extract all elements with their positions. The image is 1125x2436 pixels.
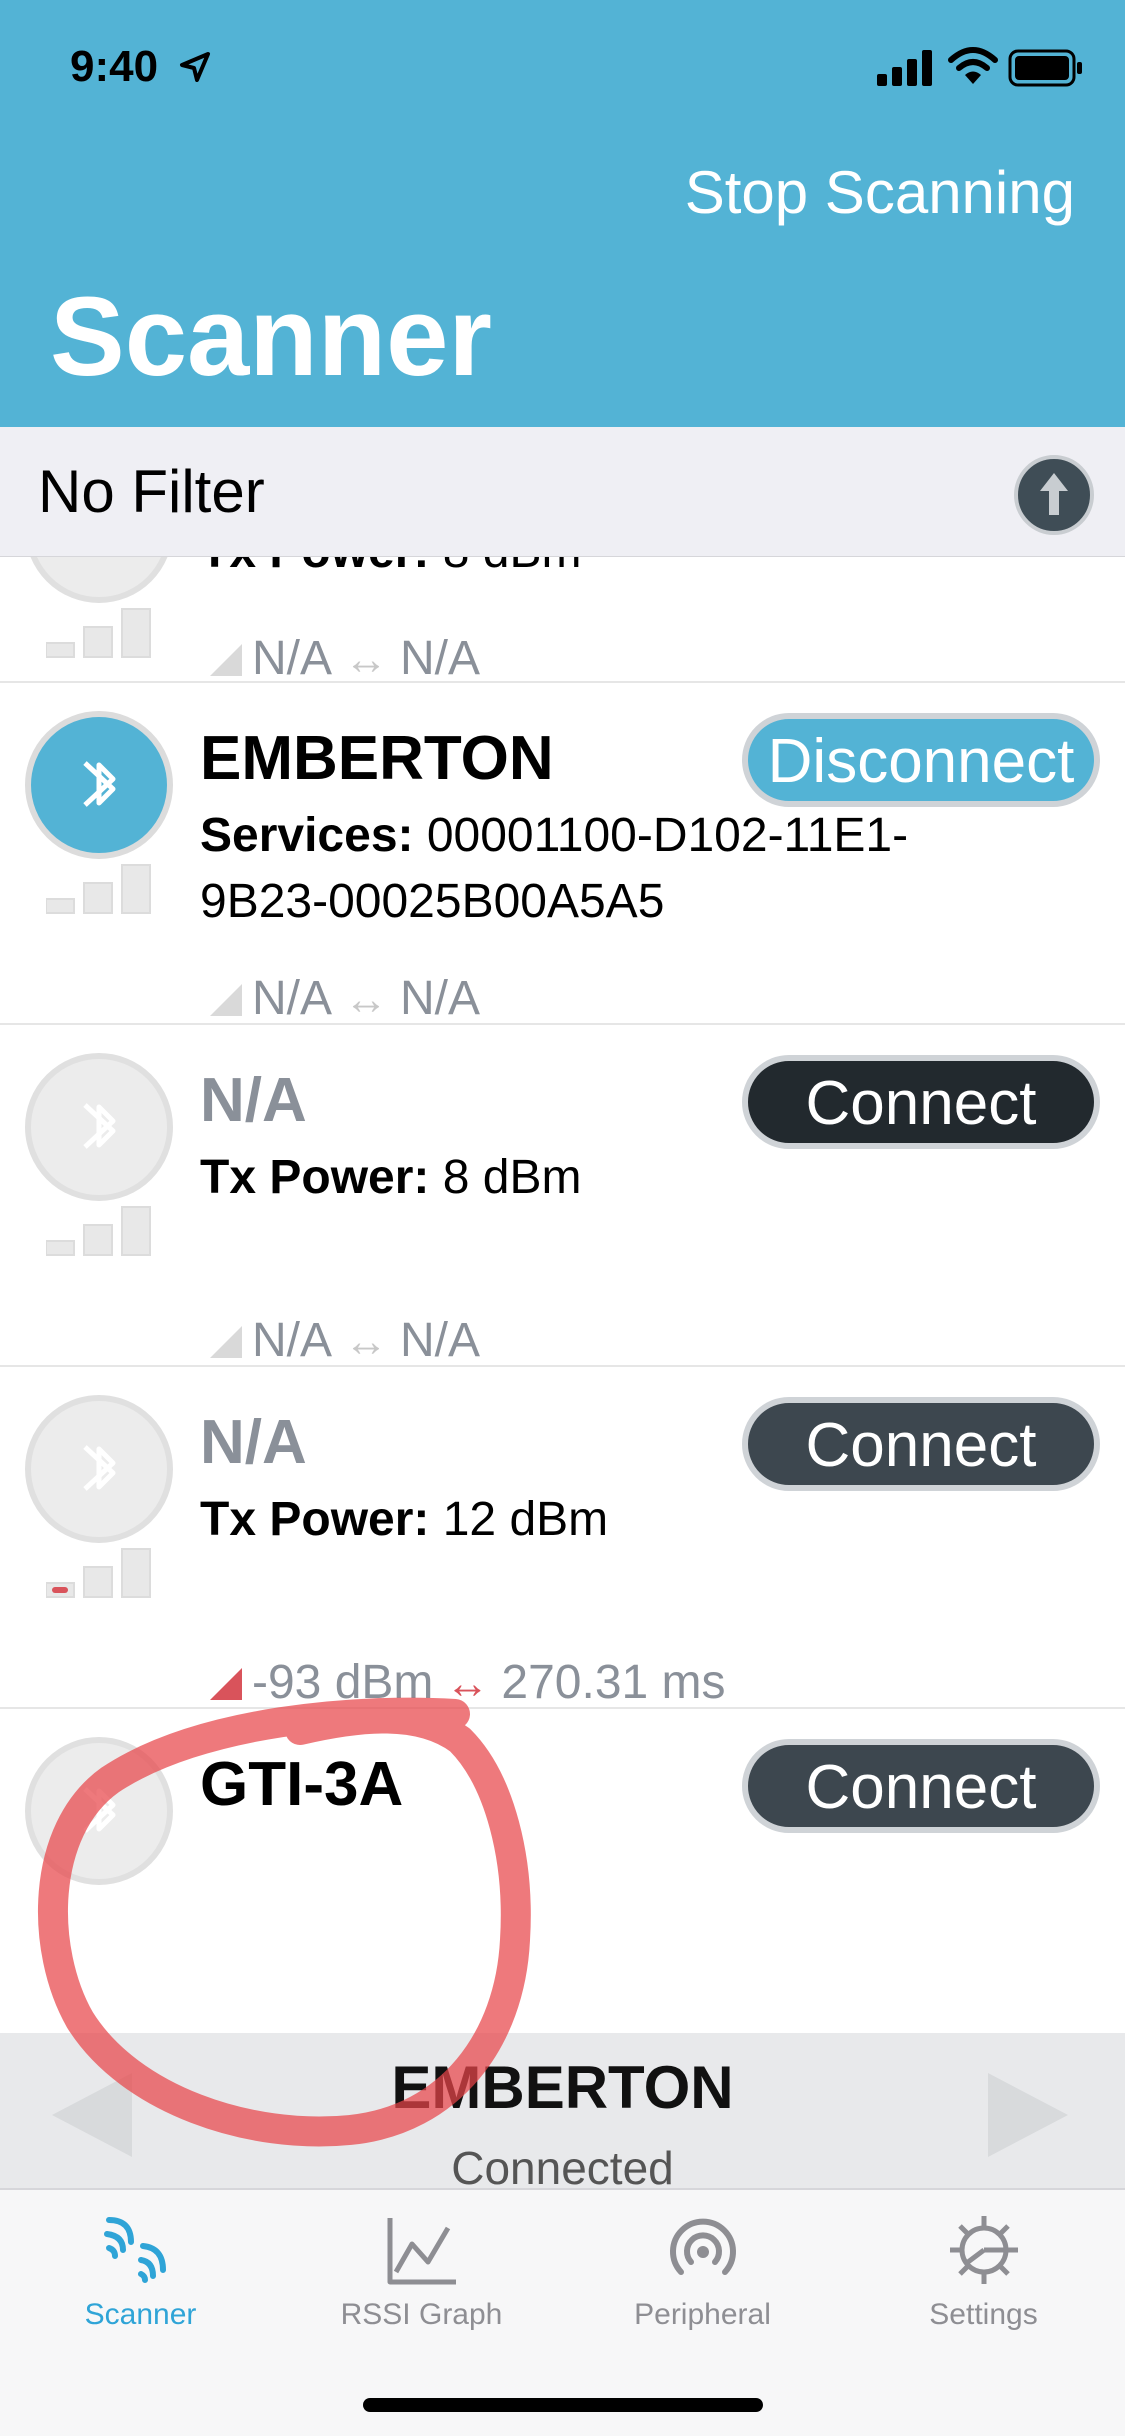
tx-power: Tx Power: 8 dBm bbox=[200, 1151, 582, 1204]
interval-arrows-icon: ↔ bbox=[445, 1659, 490, 1708]
connected-device-panel[interactable]: EMBERTON Connected bbox=[0, 2033, 1125, 2188]
tab-label: Peripheral bbox=[634, 2298, 771, 2331]
header: 9:40 Stop Scanning Scanner bbox=[0, 0, 1125, 427]
rssi-info: N/A ↔ N/A bbox=[210, 971, 480, 1026]
device-row[interactable]: Tx Power: 8 dBm N/A↔N/A bbox=[0, 557, 1125, 686]
tx-power: Tx Power: 12 dBm bbox=[200, 1493, 609, 1546]
connect-button[interactable]: Connect bbox=[742, 1397, 1100, 1491]
rssi-triangle-icon bbox=[210, 1668, 242, 1700]
scanner-icon bbox=[103, 2217, 166, 2283]
signal-strength-icon bbox=[46, 1206, 151, 1256]
tab-rssi-graph[interactable]: RSSI Graph bbox=[281, 2210, 562, 2340]
connection-status: Connected bbox=[451, 2142, 674, 2188]
gear-icon bbox=[949, 2216, 1018, 2284]
status-bar: 9:40 bbox=[0, 0, 1125, 132]
interval-arrows-icon: ↔ bbox=[344, 975, 389, 1024]
device-name: GTI-3A bbox=[200, 1750, 404, 1819]
rssi-info: N/A ↔ N/A bbox=[210, 1313, 480, 1368]
device-name: EMBERTON bbox=[200, 724, 554, 793]
signal-strength-icon bbox=[46, 1548, 151, 1598]
home-indicator bbox=[363, 2398, 763, 2412]
graph-icon bbox=[387, 2218, 456, 2285]
disconnect-button[interactable]: Disconnect bbox=[742, 713, 1100, 807]
device-list: Tx Power: 8 dBm N/A↔N/A EMBERTON Disconn… bbox=[0, 557, 1125, 2033]
interval-arrows-icon: ↔ bbox=[344, 1317, 389, 1366]
filter-label: No Filter bbox=[38, 458, 265, 525]
connect-button[interactable]: Connect bbox=[742, 1739, 1100, 1833]
rssi-triangle-icon bbox=[210, 984, 242, 1016]
device-row[interactable]: EMBERTON Disconnect Services: 00001100-D… bbox=[0, 683, 1125, 1025]
cellular-signal-icon bbox=[877, 50, 932, 86]
device-name: N/A bbox=[200, 1066, 307, 1135]
rssi-triangle-icon bbox=[210, 644, 242, 676]
arrow-up-icon bbox=[1040, 473, 1068, 515]
tab-peripheral[interactable]: Peripheral bbox=[562, 2210, 843, 2340]
connect-button[interactable]: Connect bbox=[742, 1055, 1100, 1149]
signal-strength-icon bbox=[46, 864, 151, 914]
page-title: Scanner bbox=[50, 274, 492, 399]
bluetooth-icon bbox=[25, 1395, 173, 1543]
stop-scanning-button[interactable]: Stop Scanning bbox=[685, 158, 1075, 227]
interval-arrows-icon: ↔ bbox=[344, 635, 389, 684]
tab-scanner[interactable]: Scanner bbox=[0, 2210, 281, 2340]
device-row[interactable]: GTI-3A Connect bbox=[0, 1709, 1125, 2033]
filter-bar[interactable]: No Filter bbox=[0, 427, 1125, 557]
status-time: 9:40 bbox=[70, 42, 159, 91]
tx-power: Tx Power: 8 dBm bbox=[200, 557, 581, 585]
device-row[interactable]: N/A Connect Tx Power: 8 dBm N/A ↔ N/A bbox=[0, 1025, 1125, 1367]
wifi-icon bbox=[948, 47, 998, 84]
device-name: N/A bbox=[200, 1408, 307, 1477]
device-row[interactable]: N/A Connect Tx Power: 12 dBm -93 dBm ↔ 270… bbox=[0, 1367, 1125, 1709]
bluetooth-icon bbox=[25, 1053, 173, 1201]
tab-settings[interactable]: Settings bbox=[843, 2210, 1124, 2340]
tab-label: RSSI Graph bbox=[340, 2298, 503, 2331]
location-arrow-icon bbox=[180, 52, 210, 82]
signal-strength-icon bbox=[46, 608, 151, 658]
peripheral-icon bbox=[669, 2218, 736, 2275]
filter-expand-button[interactable] bbox=[1014, 455, 1094, 535]
services: Services: 00001100-D102-11E1-9B23-00025B… bbox=[200, 809, 909, 928]
rssi-triangle-icon bbox=[210, 1326, 242, 1358]
tab-label: Scanner bbox=[84, 2298, 197, 2331]
bluetooth-icon bbox=[25, 557, 173, 603]
connected-device-name: EMBERTON bbox=[391, 2054, 734, 2121]
battery-icon bbox=[1008, 49, 1082, 87]
tab-label: Settings bbox=[929, 2298, 1038, 2331]
rssi-info: -93 dBm ↔ 270.31 ms bbox=[210, 1655, 726, 1710]
rssi-info: N/A ↔ N/A bbox=[210, 631, 480, 686]
bluetooth-icon bbox=[25, 711, 173, 859]
bluetooth-icon bbox=[25, 1737, 173, 1885]
